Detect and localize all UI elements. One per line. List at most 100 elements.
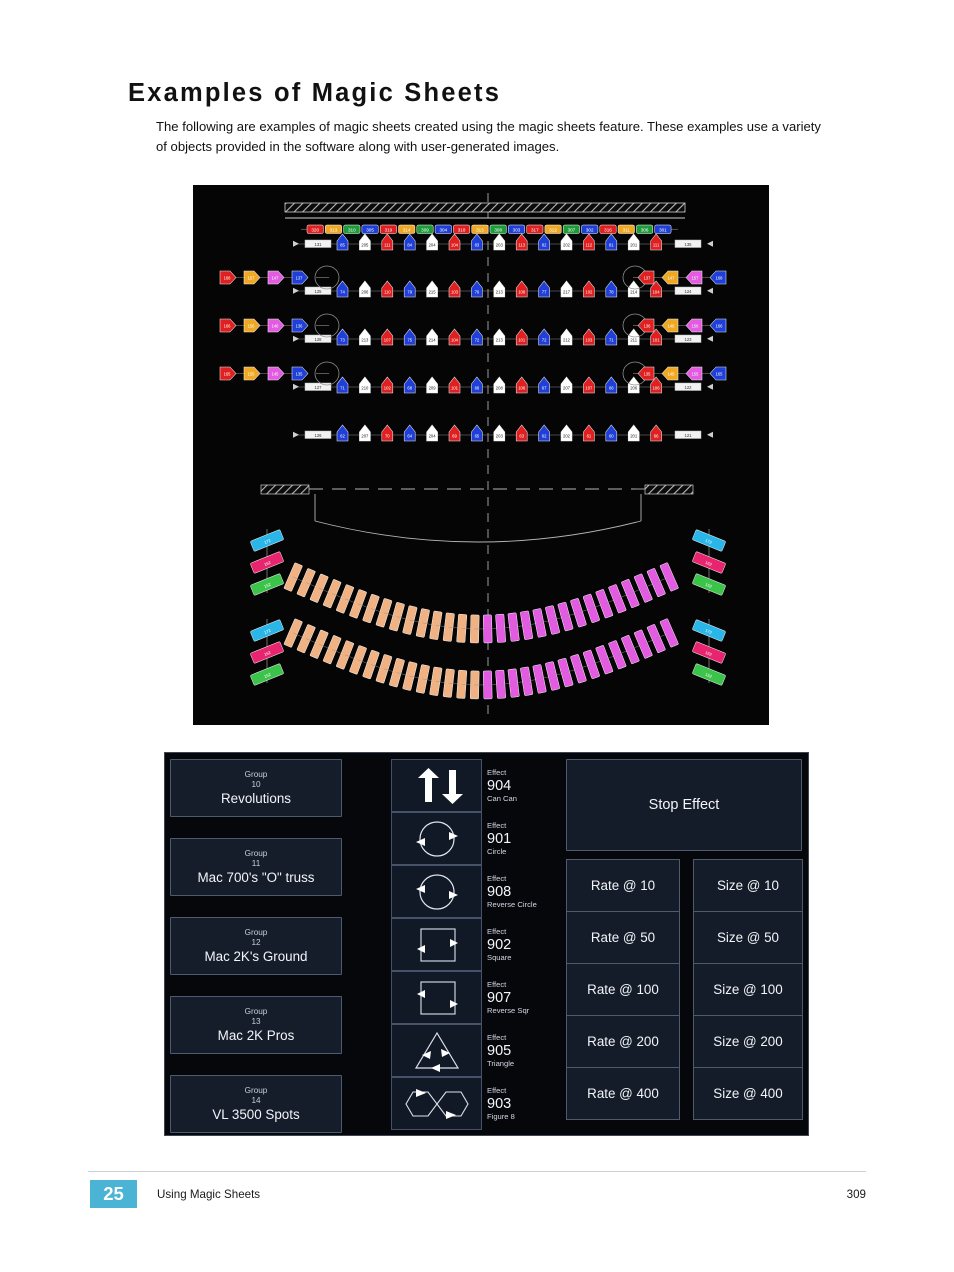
effect-button-907[interactable]: Effect 907 Reverse Sqr (391, 971, 549, 1024)
effect-button-901[interactable]: Effect 901 Circle (391, 812, 549, 865)
effect-button-903[interactable]: Effect 903 Figure 8 (391, 1077, 549, 1130)
svg-text:165: 165 (224, 372, 232, 377)
svg-text:211: 211 (630, 338, 637, 343)
svg-text:85: 85 (340, 243, 345, 248)
svg-text:60: 60 (609, 434, 614, 439)
size-button-10[interactable]: Size @ 10 (693, 859, 803, 912)
svg-text:62: 62 (340, 434, 345, 439)
rate-button-10[interactable]: Rate @ 10 (566, 859, 680, 912)
svg-text:62: 62 (542, 434, 547, 439)
effect-button-column: Effect 904 Can Can Effect 901 Circle Eff… (391, 759, 549, 1131)
group-button-10[interactable]: Group 10 Revolutions (170, 759, 342, 817)
svg-text:301: 301 (659, 228, 667, 233)
effect-kind-label: Effect (487, 821, 507, 830)
svg-text:319: 319 (385, 228, 393, 233)
svg-text:213: 213 (496, 290, 504, 295)
svg-text:166: 166 (224, 324, 232, 329)
svg-text:320: 320 (311, 228, 319, 233)
rate-button-50[interactable]: Rate @ 50 (566, 911, 680, 964)
svg-text:124: 124 (685, 289, 693, 294)
svg-text:111: 111 (653, 243, 660, 248)
footer-page-number: 309 (846, 1188, 866, 1201)
group-label: VL 3500 Spots (212, 1106, 300, 1122)
svg-text:68: 68 (407, 386, 412, 391)
svg-text:145: 145 (272, 372, 280, 377)
svg-text:107: 107 (585, 386, 593, 391)
svg-text:83: 83 (475, 243, 480, 248)
svg-text:146: 146 (272, 324, 280, 329)
effect-kind-label: Effect (487, 980, 507, 989)
effect-number: 905 (487, 1042, 512, 1059)
rate-button-100[interactable]: Rate @ 100 (566, 963, 680, 1016)
size-button-column: Size @ 10 Size @ 50 Size @ 100 Size @ 20… (693, 859, 803, 1120)
size-button-100[interactable]: Size @ 100 (693, 963, 803, 1016)
effect-name: Reverse Sqr (487, 1005, 530, 1015)
rate-button-400[interactable]: Rate @ 400 (566, 1067, 680, 1120)
stop-effect-button[interactable]: Stop Effect (566, 759, 802, 851)
effect-button-905[interactable]: Effect 905 Triangle (391, 1024, 549, 1077)
effect-name: Can Can (487, 793, 517, 803)
svg-text:104: 104 (451, 338, 459, 343)
svg-text:69: 69 (452, 434, 457, 439)
svg-text:111: 111 (384, 243, 391, 248)
svg-text:313: 313 (330, 228, 338, 233)
effect-number: 907 (487, 989, 512, 1006)
svg-text:125: 125 (315, 289, 323, 294)
group-button-11[interactable]: Group 11 Mac 700's "O" truss (170, 838, 342, 896)
svg-text:156: 156 (692, 324, 700, 329)
svg-text:214: 214 (429, 338, 437, 343)
intro-paragraph: The following are examples of magic shee… (156, 119, 821, 154)
size-button-50[interactable]: Size @ 50 (693, 911, 803, 964)
svg-text:303: 303 (513, 228, 521, 233)
svg-text:79: 79 (407, 290, 412, 295)
rate-button-column: Rate @ 10 Rate @ 50 Rate @ 100 Rate @ 20… (566, 859, 680, 1120)
effect-button-904[interactable]: Effect 904 Can Can (391, 759, 549, 812)
svg-text:110: 110 (384, 290, 391, 295)
svg-text:147: 147 (668, 276, 676, 281)
rate-button-200[interactable]: Rate @ 200 (566, 1015, 680, 1068)
svg-text:106: 106 (518, 386, 526, 391)
effect-number: 908 (487, 883, 512, 900)
svg-text:312: 312 (549, 228, 557, 233)
group-number: 14 (251, 1095, 261, 1105)
svg-text:166: 166 (716, 324, 724, 329)
effect-name: Square (487, 952, 512, 962)
svg-text:104: 104 (653, 290, 661, 295)
svg-text:202: 202 (563, 243, 571, 248)
group-kind-label: Group (244, 848, 268, 858)
svg-text:103: 103 (585, 338, 593, 343)
size-button-400[interactable]: Size @ 400 (693, 1067, 803, 1120)
group-button-13[interactable]: Group 13 Mac 2K Pros (170, 996, 342, 1054)
size-button-200[interactable]: Size @ 200 (693, 1015, 803, 1068)
group-number: 11 (251, 858, 261, 868)
page-title: Examples of Magic Sheets (128, 79, 502, 107)
effect-button-908[interactable]: Effect 908 Reverse Circle (391, 865, 549, 918)
svg-text:209: 209 (429, 386, 437, 391)
group-number: 12 (251, 937, 261, 947)
svg-text:66: 66 (609, 386, 614, 391)
svg-text:155: 155 (248, 372, 256, 377)
effect-kind-label: Effect (487, 874, 507, 883)
svg-text:214: 214 (630, 290, 638, 295)
svg-text:123: 123 (685, 337, 693, 342)
svg-text:311: 311 (623, 228, 631, 233)
group-kind-label: Group (244, 1006, 268, 1016)
svg-text:135: 135 (644, 372, 652, 377)
svg-text:147: 147 (272, 276, 280, 281)
group-kind-label: Group (244, 1085, 268, 1095)
svg-text:316: 316 (604, 228, 612, 233)
svg-text:157: 157 (248, 276, 256, 281)
svg-text:137: 137 (296, 276, 304, 281)
svg-text:308: 308 (494, 228, 502, 233)
group-button-14[interactable]: Group 14 VL 3500 Spots (170, 1075, 342, 1133)
svg-text:104: 104 (451, 243, 459, 248)
effect-button-902[interactable]: Effect 902 Square (391, 918, 549, 971)
square-counterclockwise-icon (391, 971, 482, 1024)
svg-text:213: 213 (496, 338, 504, 343)
svg-text:314: 314 (403, 228, 411, 233)
group-button-12[interactable]: Group 12 Mac 2K's Ground (170, 917, 342, 975)
svg-text:313: 313 (476, 228, 484, 233)
effect-kind-label: Effect (487, 1086, 507, 1095)
svg-text:213: 213 (361, 338, 369, 343)
effect-name: Figure 8 (487, 1111, 515, 1121)
